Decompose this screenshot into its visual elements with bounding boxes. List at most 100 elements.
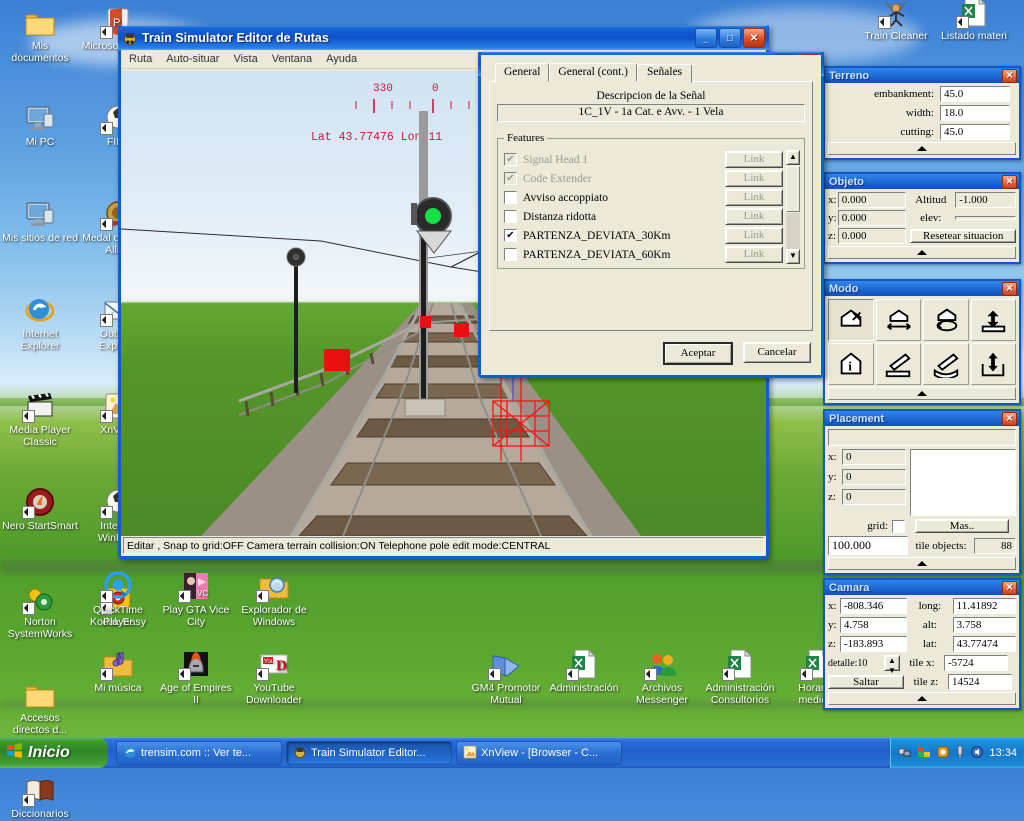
display-icon[interactable] (917, 745, 931, 762)
menu-item-ayuda[interactable]: Ayuda (326, 53, 357, 65)
objeto-z-field[interactable]: 0.000 (838, 228, 907, 244)
menu-item-ventana[interactable]: Ventana (272, 53, 312, 65)
panel-modo-collapse[interactable] (828, 387, 1016, 400)
feature-row[interactable]: ✔Code ExtenderLink (504, 169, 783, 188)
feature-checkbox[interactable] (504, 248, 517, 261)
accept-button[interactable]: Aceptar (663, 342, 733, 365)
desktop-icon-norton-systemworks[interactable]: Norton SystemWorks (2, 582, 78, 640)
desktop-icon-messenger-files[interactable]: Archivos Messenger (624, 648, 700, 706)
panel-objeto[interactable]: Objeto ✕ x: 0.000 Altitud -1.000 y: 0.00… (823, 172, 1021, 264)
taskbar[interactable]: Inicio trensim.com :: Ver te...Train Sim… (0, 737, 1024, 768)
menu-item-ruta[interactable]: Ruta (129, 53, 152, 65)
desktop-icon-nero-startsmart[interactable]: Nero StartSmart (2, 486, 78, 533)
desktop-icon-shortcuts-folder[interactable]: Accesos directos d... (2, 678, 78, 736)
alt-field[interactable]: 3.758 (953, 617, 1016, 633)
panel-camara-collapse[interactable] (828, 692, 1016, 705)
start-button[interactable]: Inicio (0, 738, 108, 768)
panel-placement[interactable]: Placement ✕ x: 0 y: 0 z: 0 gr (823, 409, 1021, 575)
embankment-field[interactable]: 45.0 (940, 86, 1010, 102)
feature-checkbox[interactable] (504, 210, 517, 223)
usb-icon[interactable] (955, 745, 965, 762)
close-icon[interactable]: ✕ (1002, 282, 1017, 296)
taskbar-button[interactable]: Train Simulator Editor... (286, 741, 452, 765)
long-field[interactable]: 11.41892 (953, 598, 1016, 614)
close-icon[interactable]: ✕ (1002, 69, 1017, 83)
tile-z-field[interactable]: 14524 (948, 674, 1012, 690)
camara-z-field[interactable]: -183.893 (840, 636, 907, 652)
detalle-spinner[interactable]: ▲▼ (884, 655, 900, 671)
clock[interactable]: 13:34 (989, 747, 1017, 759)
desktop-icon-folder-documents[interactable]: Mis documentos (2, 6, 78, 64)
tile-x-field[interactable]: -5724 (944, 655, 1008, 671)
tab-se-ales[interactable]: Señales (637, 64, 692, 83)
placement-name-field[interactable] (828, 429, 1016, 446)
panel-terreno-titlebar[interactable]: Terreno ✕ (825, 68, 1019, 83)
panel-camara[interactable]: Camara ✕ x: -808.346 long: 11.41892 y: 4… (823, 578, 1021, 710)
mode-button-house-info[interactable]: i (828, 343, 874, 385)
taskbar-button[interactable]: XnView - [Browser - C... (456, 741, 622, 765)
features-scrollbar[interactable]: ▲ ▼ (786, 150, 800, 264)
panel-placement-collapse[interactable] (828, 557, 1016, 570)
panel-placement-titlebar[interactable]: Placement ✕ (825, 411, 1019, 426)
taskbar-buttons[interactable]: trensim.com :: Ver te...Train Simulator … (116, 741, 626, 765)
feature-checkbox[interactable] (504, 191, 517, 204)
feature-row[interactable]: Avviso accoppiatoLink (504, 188, 783, 207)
width-field[interactable]: 18.0 (940, 105, 1010, 121)
scroll-track[interactable] (786, 213, 800, 249)
tab-strip[interactable]: GeneralGeneral (cont.)Señales (489, 63, 813, 82)
close-button[interactable]: ✕ (743, 28, 765, 48)
features-list[interactable]: ✔Signal Head 1Link✔Code ExtenderLinkAvvi… (504, 150, 783, 264)
desktop-icon-dictionaries[interactable]: Diccionarios (2, 774, 78, 821)
scroll-down-button[interactable]: ▼ (786, 249, 800, 264)
mode-button-terrain-raise-tool[interactable] (876, 343, 922, 385)
reset-situation-button[interactable]: Resetear situacion (910, 229, 1016, 243)
menu-item-vista[interactable]: Vista (233, 53, 257, 65)
mode-button-terrain-level[interactable] (971, 343, 1017, 385)
placement-preview-list[interactable] (910, 449, 1016, 516)
mode-button-house-translate[interactable] (876, 299, 922, 341)
menu-item-auto-situar[interactable]: Auto-situar (166, 53, 219, 65)
desktop-icon-age-of-empires[interactable]: Age of Empires II (158, 648, 234, 706)
close-icon[interactable]: ✕ (1002, 581, 1017, 595)
desktop-icon-gta-vice-city[interactable]: VCPlay GTA Vice City (158, 570, 234, 628)
objeto-x-field[interactable]: 0.000 (838, 192, 907, 208)
desktop-icon-my-music[interactable]: Mi música (80, 648, 156, 695)
desktop-icon-train-cleaner[interactable]: Train Cleaner (858, 0, 934, 43)
scroll-thumb[interactable] (786, 166, 800, 212)
main-window-controls[interactable]: _ □ ✕ (695, 28, 767, 48)
mode-button-house-move[interactable] (828, 299, 874, 341)
placement-z-field[interactable]: 0 (842, 489, 906, 505)
antivirus-icon[interactable] (936, 745, 950, 762)
mas-button[interactable]: Mas.. (915, 519, 1009, 533)
close-icon[interactable]: ✕ (1002, 175, 1017, 189)
feature-row[interactable]: PARTENZA_DEVIATA_60KmLink (504, 245, 783, 264)
desktop-icon-windows-explorer[interactable]: Explorador de Windows (236, 570, 312, 628)
placement-y-field[interactable]: 0 (842, 469, 906, 485)
volume-icon[interactable] (970, 745, 984, 762)
cancel-button[interactable]: Cancelar (743, 342, 811, 363)
maximize-button[interactable]: □ (719, 28, 741, 48)
panel-modo-titlebar[interactable]: Modo ✕ (825, 281, 1019, 296)
desktop-icon-administracion-consultorios[interactable]: Administración Consultorios (702, 648, 778, 706)
desktop-icon-gm4-promotor-mutual[interactable]: GM4 Promotor Mutual (468, 648, 544, 706)
desktop-icon-quicktime-player[interactable]: QuickTime Player (80, 570, 156, 628)
main-window-titlebar[interactable]: Train Simulator Editor de Rutas _ □ ✕ (118, 26, 769, 50)
camara-x-field[interactable]: -808.346 (840, 598, 907, 614)
minimize-button[interactable]: _ (695, 28, 717, 48)
panel-modo[interactable]: Modo ✕ i (823, 279, 1021, 405)
panel-camara-titlebar[interactable]: Camara ✕ (825, 580, 1019, 595)
camara-y-field[interactable]: 4.758 (840, 617, 907, 633)
feature-row[interactable]: Distanza ridottaLink (504, 207, 783, 226)
tab-general[interactable]: General (495, 63, 549, 82)
elev-field[interactable] (955, 216, 1016, 220)
panel-terreno[interactable]: Terreno ✕ embankment: 45.0 width: 18.0 c… (823, 66, 1021, 160)
taskbar-button[interactable]: trensim.com :: Ver te... (116, 741, 282, 765)
panel-objeto-collapse[interactable] (828, 246, 1016, 259)
objeto-y-field[interactable]: 0.000 (838, 210, 907, 226)
desktop-icon-network-places[interactable]: Mis sitios de red (2, 198, 78, 245)
mode-button-terrain-lower-tool[interactable] (923, 343, 969, 385)
network-icon[interactable] (898, 745, 912, 762)
feature-checkbox[interactable]: ✔ (504, 229, 517, 242)
desktop-icon-media-player-classic[interactable]: Media Player Classic (2, 390, 78, 448)
panel-terreno-collapse[interactable] (828, 142, 1016, 155)
